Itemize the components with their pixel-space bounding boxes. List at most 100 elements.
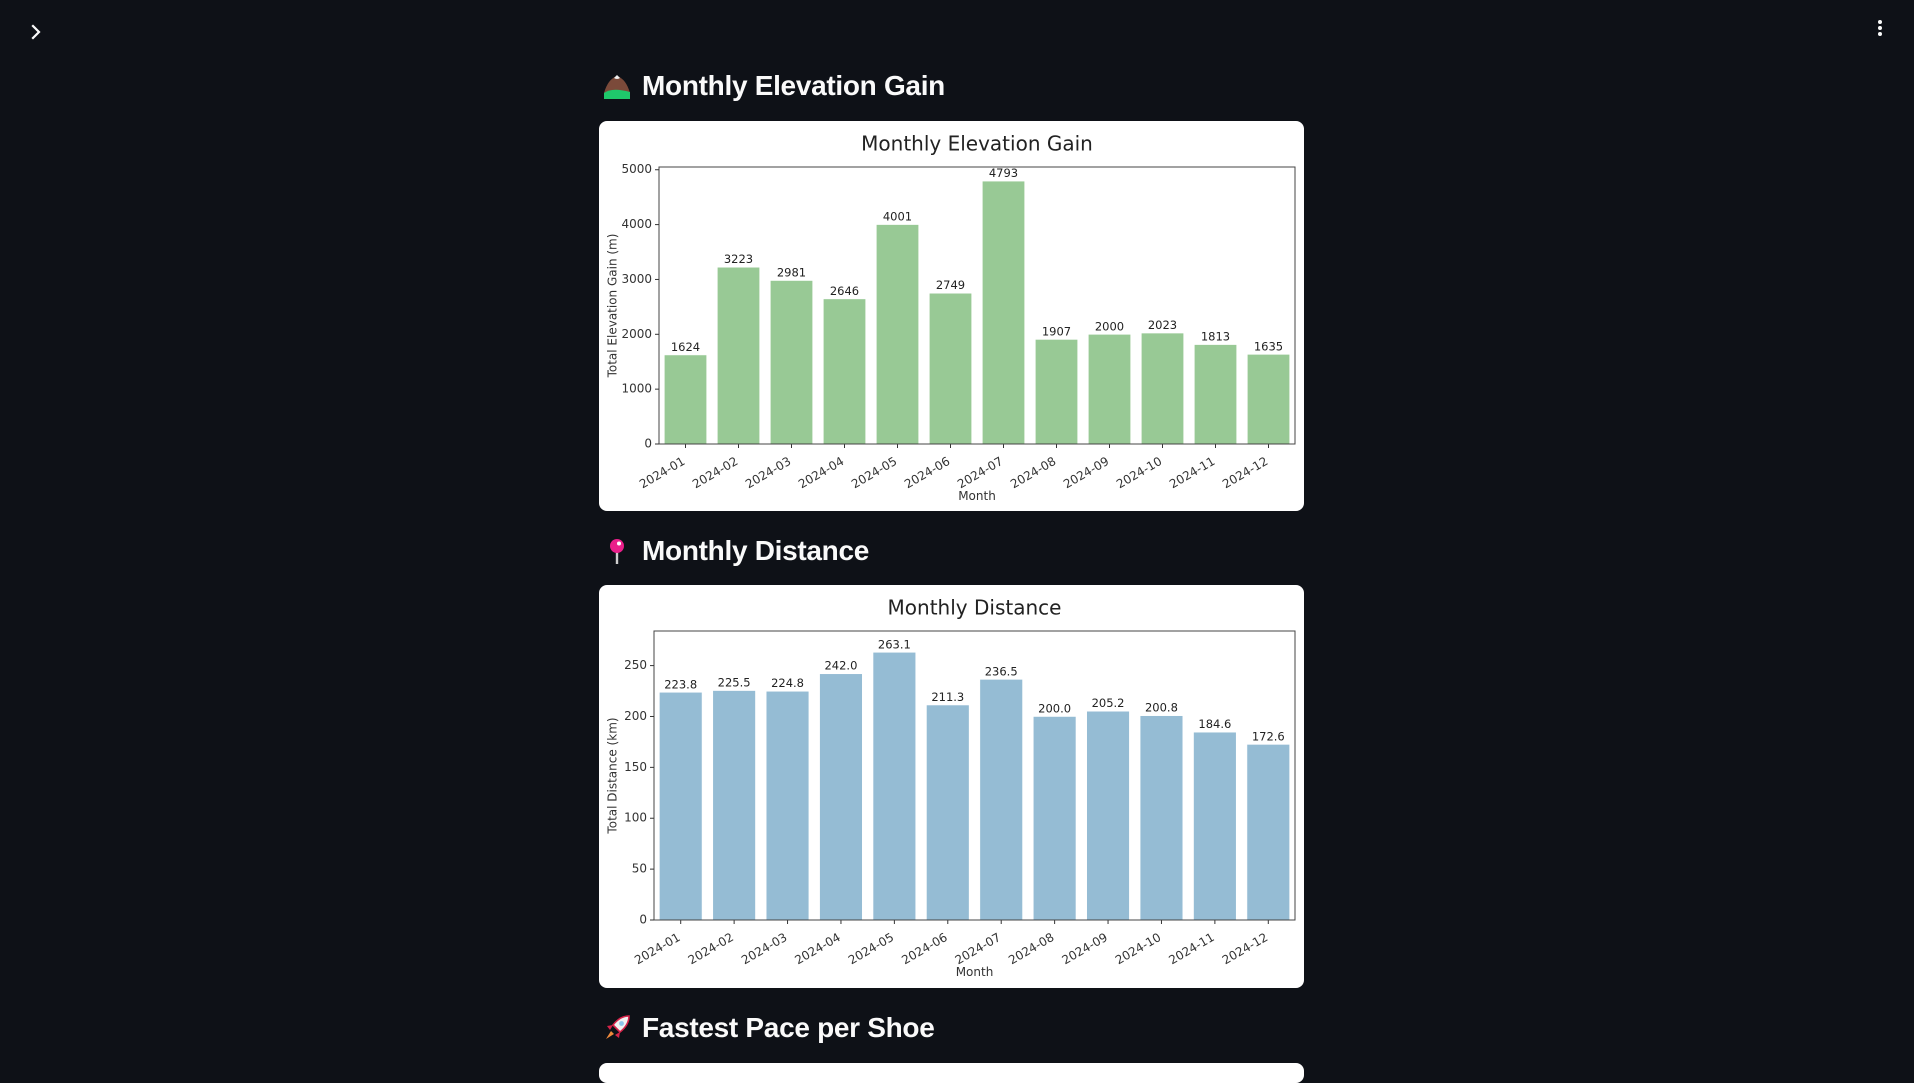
bar [1139,715,1184,921]
chart-title: Monthly Distance [888,596,1062,620]
x-tick-label: 2024-08 [1006,930,1056,967]
y-tick-label: 0 [644,437,652,451]
x-tick-label: 2024-06 [902,454,952,491]
bar-value-label: 2646 [830,284,859,298]
bar [1087,333,1131,445]
x-tick-label: 2024-04 [796,454,846,491]
distance-chart-card: Monthly Distance 223.8 2024-01 225.5 2024-02… [599,585,1304,988]
x-tick-label: 2024-05 [849,454,899,491]
bar [1086,710,1130,921]
y-axis-label: Total Distance (km) [606,717,620,834]
bar [979,679,1023,921]
x-tick-label: 2024-04 [792,930,842,967]
x-tick-label: 2024-11 [1166,930,1216,967]
mountain-icon [604,75,630,99]
bar-value-label: 4793 [989,166,1018,180]
x-tick-label: 2024-02 [686,930,736,967]
bar [765,690,810,921]
x-tick-label: 2024-03 [743,454,793,491]
bar [875,224,919,445]
x-tick-label: 2024-10 [1113,930,1163,967]
y-axis-label: Total Elevation Gain (m) [606,234,620,379]
elevation-bar-chart: Monthly Elevation Gain 1624 2024-01 3223 202… [606,132,1296,503]
bar [1246,354,1290,445]
chart-title: Monthly Elevation Gain [861,132,1093,156]
bar-value-label: 223.8 [664,677,697,691]
bar-value-label: 1624 [671,340,700,354]
bar-value-label: 1813 [1201,330,1230,344]
chevron-right-icon [31,24,41,40]
x-tick-label: 2024-07 [953,930,1003,967]
section-title: Fastest Pace per Shoe [642,1012,935,1043]
y-tick-label: 1000 [621,382,652,396]
x-tick-label: 2024-12 [1220,930,1270,967]
bar-value-label: 205.2 [1092,696,1125,710]
bar-value-label: 184.6 [1198,717,1231,731]
distance-bar-chart: Monthly Distance 223.8 2024-01 225.5 2024-02… [606,596,1296,979]
x-tick-label: 2024-08 [1008,454,1058,491]
bar-value-label: 2023 [1148,318,1177,332]
y-tick-label: 2000 [621,327,652,341]
x-tick-label: 2024-06 [899,930,949,967]
rocket-icon [606,1015,630,1039]
y-tick-label: 250 [624,658,647,672]
bar [1034,339,1078,445]
bar-value-label: 236.5 [985,664,1018,678]
x-axis-label: Month [956,965,994,979]
bar-value-label: 211.3 [931,690,964,704]
y-tick-label: 0 [639,913,647,927]
y-tick-label: 150 [624,760,647,774]
bar [1032,716,1077,921]
bar-value-label: 242.0 [824,659,857,673]
bar [819,673,863,921]
bar [659,691,703,921]
x-tick-label: 2024-02 [690,454,740,491]
bar-value-label: 2981 [777,265,806,279]
bar-value-label: 200.0 [1038,701,1071,715]
bar-value-label: 2000 [1095,319,1124,333]
fastest-pace-chart-card [599,1063,1304,1083]
section-heading-elevation: Monthly Elevation Gain [602,70,945,102]
bar [823,298,867,445]
x-tick-label: 2024-05 [846,930,896,967]
x-tick-label: 2024-03 [739,930,789,967]
x-axis-label: Month [958,489,996,503]
bar-value-label: 2749 [936,278,965,292]
bar [717,266,761,445]
bar [712,690,756,921]
bar [1246,744,1290,921]
y-tick-label: 5000 [621,162,652,176]
bar-value-label: 263.1 [878,637,911,651]
sidebar-toggle-button[interactable] [24,20,48,44]
vertical-ellipsis-icon [1878,20,1882,36]
bar-value-label: 1907 [1042,324,1071,338]
x-tick-label: 2024-11 [1167,454,1217,491]
bar-value-label: 224.8 [771,676,804,690]
round-pushpin-icon [610,539,624,564]
bar [770,280,814,445]
bar [1193,344,1237,445]
x-tick-label: 2024-09 [1061,454,1111,491]
y-tick-label: 4000 [621,217,652,231]
bar [1140,332,1184,445]
bar [926,704,970,921]
bar-value-label: 225.5 [718,676,751,690]
section-heading-distance: Monthly Distance [602,535,869,567]
y-tick-label: 200 [624,709,647,723]
bar-value-label: 1635 [1254,339,1283,353]
bar [664,354,708,445]
bar [928,292,972,445]
bar-value-label: 200.8 [1145,701,1178,715]
x-tick-label: 2024-07 [955,454,1005,491]
y-tick-label: 100 [624,811,647,825]
elevation-chart-card: Monthly Elevation Gain 1624 2024-01 3223 202… [599,121,1304,511]
y-tick-label: 50 [632,862,647,876]
section-title: Monthly Elevation Gain [642,70,945,101]
section-title: Monthly Distance [642,535,870,566]
bar [1193,731,1237,921]
bar-value-label: 4001 [883,210,912,224]
main-menu-button[interactable] [1868,16,1892,40]
x-tick-label: 2024-01 [632,930,682,967]
x-tick-label: 2024-09 [1060,930,1110,967]
x-tick-label: 2024-10 [1114,454,1164,491]
